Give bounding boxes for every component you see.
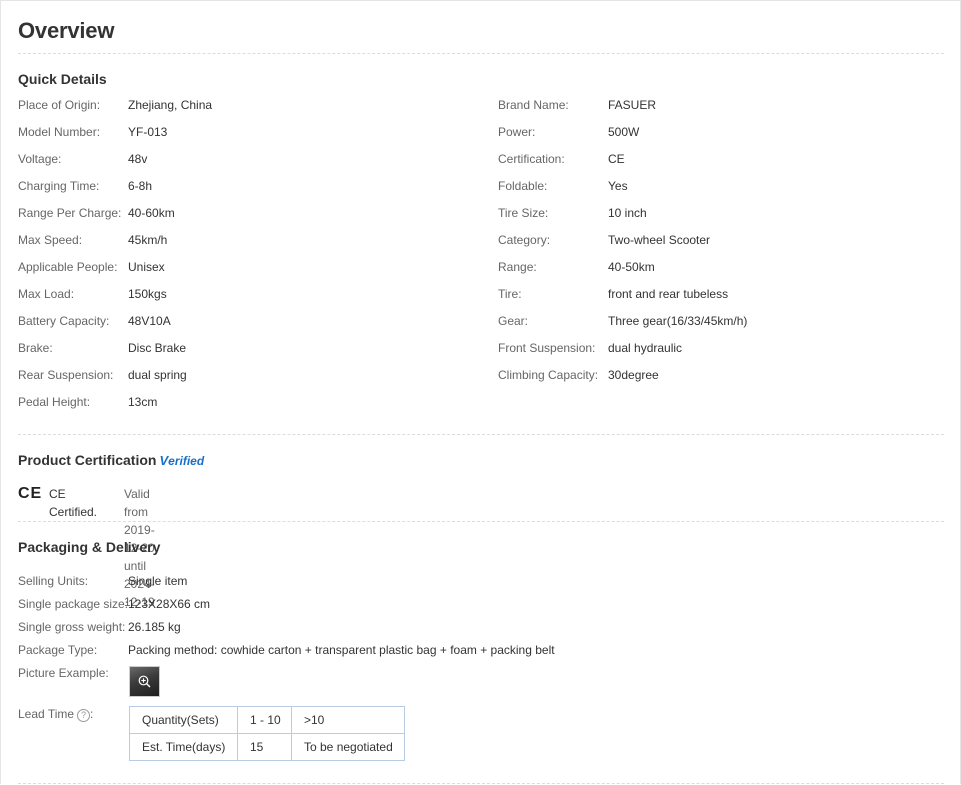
detail-label: Selling Units:: [18, 574, 89, 588]
detail-value: CE: [608, 152, 625, 166]
lead-time-label: Lead Time?:: [18, 707, 94, 722]
certification-heading-text: Product Certification: [18, 452, 157, 468]
quick-details-heading: Quick Details: [18, 71, 107, 87]
lead-time-label-text: Lead Time: [18, 707, 75, 721]
ce-mark-icon: CE: [18, 485, 43, 502]
detail-value: Yes: [608, 179, 628, 193]
packaging-delivery-heading: Packaging & Delivery: [18, 539, 161, 555]
detail-label: Pedal Height:: [18, 395, 91, 409]
detail-value: Disc Brake: [128, 341, 187, 355]
detail-label: Place of Origin:: [18, 98, 101, 112]
detail-label: Voltage:: [18, 152, 62, 166]
detail-label: Max Load:: [18, 287, 75, 301]
divider: [18, 521, 944, 522]
detail-label: Front Suspension:: [498, 341, 596, 355]
detail-label: Gear:: [498, 314, 529, 328]
detail-label: Range:: [498, 260, 537, 274]
detail-value: 40-50km: [608, 260, 655, 274]
detail-value: 45km/h: [128, 233, 168, 247]
detail-value: Two-wheel Scooter: [608, 233, 711, 247]
zoom-in-icon: [138, 675, 151, 688]
detail-value: Unisex: [128, 260, 165, 274]
detail-value: 30degree: [608, 368, 659, 382]
detail-label: Brand Name:: [498, 98, 569, 112]
product-certification-heading: Product Certification Verified: [18, 452, 204, 468]
detail-value: front and rear tubeless: [608, 287, 729, 301]
page-title: Overview: [18, 18, 115, 43]
detail-label: Foldable:: [498, 179, 548, 193]
detail-value: dual hydraulic: [608, 341, 683, 355]
table-row: Quantity(Sets) 1 - 10 >10: [129, 706, 405, 734]
detail-value: Single item: [128, 574, 188, 588]
divider: [18, 53, 944, 54]
table-cell: Est. Time(days): [129, 733, 238, 761]
detail-label: Climbing Capacity:: [498, 368, 599, 382]
detail-label: Single package size:: [18, 597, 129, 611]
detail-value: dual spring: [128, 368, 187, 382]
detail-label: Charging Time:: [18, 179, 100, 193]
detail-label: Single gross weight:: [18, 620, 126, 634]
divider: [18, 783, 944, 784]
verified-badge-v: V: [159, 453, 169, 468]
table-cell: To be negotiated: [291, 733, 405, 761]
detail-label: Model Number:: [18, 125, 101, 139]
detail-label: Tire:: [498, 287, 522, 301]
detail-value: 48V10A: [128, 314, 171, 328]
table-cell: Quantity(Sets): [129, 706, 238, 734]
lead-time-table: Quantity(Sets) 1 - 10 >10 Est. Time(days…: [129, 706, 405, 761]
table-row: Est. Time(days) 15 To be negotiated: [129, 733, 405, 761]
detail-label: Package Type:: [18, 643, 98, 657]
detail-value: 10 inch: [608, 206, 647, 220]
verified-badge-rest: erified: [168, 454, 205, 468]
detail-value: Zhejiang, China: [128, 98, 213, 112]
detail-label: Range Per Charge:: [18, 206, 122, 220]
detail-label: Max Speed:: [18, 233, 83, 247]
detail-value: Three gear(16/33/45km/h): [608, 314, 748, 328]
detail-label: Category:: [498, 233, 551, 247]
table-cell: >10: [291, 706, 405, 734]
detail-value: 123X28X66 cm: [128, 597, 211, 611]
detail-label: Brake:: [18, 341, 53, 355]
table-cell: 1 - 10: [237, 706, 292, 734]
divider: [18, 434, 944, 435]
detail-label: Rear Suspension:: [18, 368, 114, 382]
detail-value: 150kgs: [128, 287, 167, 301]
detail-value: 500W: [608, 125, 640, 139]
detail-value: 13cm: [128, 395, 158, 409]
overview-panel: Overview Quick Details Place of Origin: Z…: [0, 0, 961, 784]
detail-label: Battery Capacity:: [18, 314, 110, 328]
detail-value: 48v: [128, 152, 148, 166]
detail-value: FASUER: [608, 98, 657, 112]
detail-value: Packing method: cowhide carton + transpa…: [128, 643, 555, 657]
detail-value: YF-013: [128, 125, 168, 139]
detail-label: Certification:: [498, 152, 565, 166]
verified-badge[interactable]: Verified: [159, 453, 205, 468]
detail-label: Power:: [498, 125, 536, 139]
picture-example-thumbnail[interactable]: [129, 666, 160, 697]
detail-value: 26.185 kg: [128, 620, 181, 634]
detail-label: Applicable People:: [18, 260, 118, 274]
certificate-name: CE Certified.: [49, 487, 98, 519]
detail-value: 40-60km: [128, 206, 175, 220]
picture-example-label: Picture Example:: [18, 666, 109, 680]
help-circle-icon[interactable]: ?: [77, 709, 91, 722]
table-cell: 15: [237, 733, 292, 761]
detail-label: Tire Size:: [498, 206, 549, 220]
detail-value: 6-8h: [128, 179, 153, 193]
